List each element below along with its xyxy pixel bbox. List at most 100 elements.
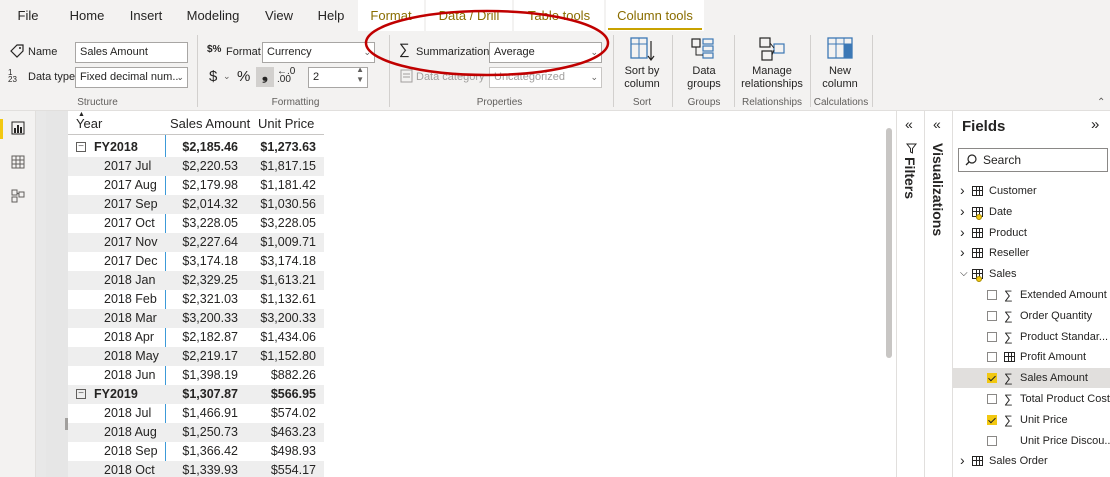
year-cell: 2018 Jun — [104, 368, 156, 382]
tab-column-tools[interactable]: Column tools — [606, 0, 704, 31]
matrix-row[interactable]: 2018 Mar $3,200.33 $3,200.33 — [68, 309, 324, 328]
collapse-row-icon[interactable]: − — [76, 389, 86, 399]
unit-price-cell: $882.26 — [270, 368, 316, 382]
field-checkbox[interactable] — [987, 331, 997, 342]
model-view-icon[interactable] — [11, 189, 25, 203]
data-view-icon[interactable] — [11, 155, 25, 169]
matrix-row[interactable]: 2018 Jul $1,466.91 $574.02 — [68, 404, 324, 423]
filters-pane: « Filters — [896, 111, 924, 477]
table-icon — [972, 186, 983, 196]
matrix-row[interactable]: 2018 Apr $2,182.87 $1,434.06 — [68, 328, 324, 347]
data-groups-button[interactable]: Data groups — [678, 65, 730, 91]
field-item[interactable]: ∑ Total Product Cost — [953, 389, 1110, 409]
field-table-item[interactable]: › Customer — [953, 181, 1110, 201]
calculations-group-label: Calculations — [813, 97, 869, 108]
filters-pane-title[interactable]: Filters — [902, 157, 918, 199]
matrix-group-row[interactable]: − FY2019 $1,307.87 $566.95 — [68, 385, 324, 404]
field-item[interactable]: Unit Price Discou... — [953, 431, 1110, 451]
matrix-row[interactable]: 2017 Oct $3,228.05 $3,228.05 — [68, 214, 324, 233]
report-view-icon[interactable] — [11, 121, 25, 135]
comma-button[interactable]: ❟ — [256, 67, 274, 87]
tab-help[interactable]: Help — [310, 0, 352, 31]
decimal-places-input[interactable]: 2 ▲ ▼ — [308, 67, 368, 88]
matrix-row[interactable]: 2017 Nov $2,227.64 $1,009.71 — [68, 233, 324, 252]
decrease-decimal-icon[interactable]: ←.0.00 — [277, 67, 295, 85]
new-column-button[interactable]: New column — [815, 65, 865, 91]
canvas-scrollbar[interactable] — [884, 128, 894, 358]
field-checkbox[interactable] — [987, 435, 997, 446]
format-select[interactable]: Currency ⌄ — [262, 42, 375, 63]
matrix-row[interactable]: 2017 Sep $2,014.32 $1,030.56 — [68, 195, 324, 214]
chevron-right-icon[interactable]: › — [960, 450, 965, 470]
field-item[interactable]: ∑ Unit Price — [953, 410, 1110, 430]
sales-amount-cell: $2,179.98 — [182, 178, 238, 192]
matrix-group-row[interactable]: − FY2018 $2,185.46 $1,273.63 — [68, 138, 324, 157]
search-input[interactable]: Search — [958, 148, 1108, 172]
tab-view[interactable]: View — [256, 0, 302, 31]
visualizations-pane-title[interactable]: Visualizations — [930, 143, 946, 236]
column-header-sales-amount[interactable]: Sales Amount — [170, 114, 250, 140]
tab-modeling[interactable]: Modeling — [180, 0, 246, 31]
currency-button[interactable]: $ — [209, 68, 217, 85]
chevron-right-icon[interactable]: › — [960, 242, 965, 262]
collapse-row-icon[interactable]: − — [76, 142, 86, 152]
field-table-item[interactable]: › Product — [953, 223, 1110, 243]
tab-file[interactable]: File — [8, 0, 48, 31]
matrix-row[interactable]: 2018 Feb $2,321.03 $1,132.61 — [68, 290, 324, 309]
percent-button[interactable]: % — [237, 68, 250, 85]
matrix-row[interactable]: 2017 Jul $2,220.53 $1,817.15 — [68, 157, 324, 176]
matrix-row[interactable]: 2018 Jun $1,398.19 $882.26 — [68, 366, 324, 385]
field-table-item[interactable]: ⌵ Sales — [953, 264, 1110, 284]
field-table-item[interactable]: › Date — [953, 202, 1110, 222]
column-header-unit-price[interactable]: Unit Price — [258, 114, 314, 140]
tab-home[interactable]: Home — [62, 0, 112, 31]
name-input[interactable]: Sales Amount — [75, 42, 188, 63]
field-checkbox[interactable] — [987, 290, 997, 300]
unit-price-cell: $574.02 — [270, 406, 316, 420]
field-item[interactable]: ∑ Extended Amount — [953, 285, 1110, 305]
year-cell: 2018 Mar — [104, 311, 157, 325]
matrix-row[interactable]: 2018 Oct $1,339.93 $554.17 — [68, 461, 324, 477]
field-label: Product Standar... — [1020, 330, 1109, 343]
field-label: Sales Order — [989, 455, 1048, 468]
matrix-row[interactable]: 2018 Jan $2,329.25 $1,613.21 — [68, 271, 324, 290]
sales-amount-cell: $1,366.42 — [182, 444, 238, 458]
calculated-badge-icon — [976, 276, 982, 283]
field-table-item[interactable]: › Sales Order — [953, 451, 1110, 471]
field-checkbox[interactable] — [987, 310, 997, 321]
matrix-row[interactable]: 2018 Aug $1,250.73 $463.23 — [68, 423, 324, 442]
collapse-chevron-icon[interactable]: « — [905, 116, 913, 132]
field-item[interactable]: ∑ Order Quantity — [953, 306, 1110, 326]
collapse-ribbon-icon[interactable]: ⌃ — [1097, 97, 1105, 108]
matrix-row[interactable]: 2018 Sep $1,366.42 $498.93 — [68, 442, 324, 461]
field-checkbox[interactable] — [987, 373, 997, 384]
expand-chevron-icon[interactable]: » — [1091, 116, 1099, 133]
sort-by-column-button[interactable]: Sort by column — [617, 65, 667, 91]
matrix-row[interactable]: 2018 May $2,219.17 $1,152.80 — [68, 347, 324, 366]
chevron-right-icon[interactable]: › — [960, 180, 965, 200]
unit-price-cell: $1,152.80 — [260, 349, 316, 363]
unit-price-cell: $1,817.15 — [260, 159, 316, 173]
column-header-year[interactable]: Year — [76, 114, 102, 140]
field-checkbox[interactable] — [987, 352, 997, 363]
datatype-select[interactable]: Fixed decimal num... ⌄ — [75, 67, 188, 88]
scrollbar-thumb[interactable] — [886, 128, 892, 358]
field-checkbox[interactable] — [987, 414, 997, 425]
manage-relationships-button[interactable]: Manage relationships — [738, 65, 806, 91]
unit-price-cell: $1,613.21 — [260, 273, 316, 287]
field-item[interactable]: ∑ Product Standar... — [953, 327, 1110, 347]
year-cell: FY2019 — [94, 387, 138, 401]
chevron-down-icon[interactable]: ⌵ — [960, 264, 968, 284]
chevron-right-icon[interactable]: › — [960, 222, 965, 242]
collapse-chevron-icon[interactable]: « — [933, 116, 941, 132]
matrix-row[interactable]: 2017 Aug $2,179.98 $1,181.42 — [68, 176, 324, 195]
field-checkbox[interactable] — [987, 394, 997, 404]
field-item[interactable]: Profit Amount — [953, 347, 1110, 367]
tab-insert[interactable]: Insert — [122, 0, 170, 31]
matrix-row[interactable]: 2017 Dec $3,174.18 $3,174.18 — [68, 252, 324, 271]
chevron-down-icon[interactable]: ⌄ — [223, 71, 231, 82]
field-item[interactable]: ∑ Sales Amount — [953, 368, 1110, 389]
field-table-item[interactable]: › Reseller — [953, 243, 1110, 263]
chevron-right-icon[interactable]: › — [960, 201, 965, 221]
divider — [672, 35, 673, 107]
